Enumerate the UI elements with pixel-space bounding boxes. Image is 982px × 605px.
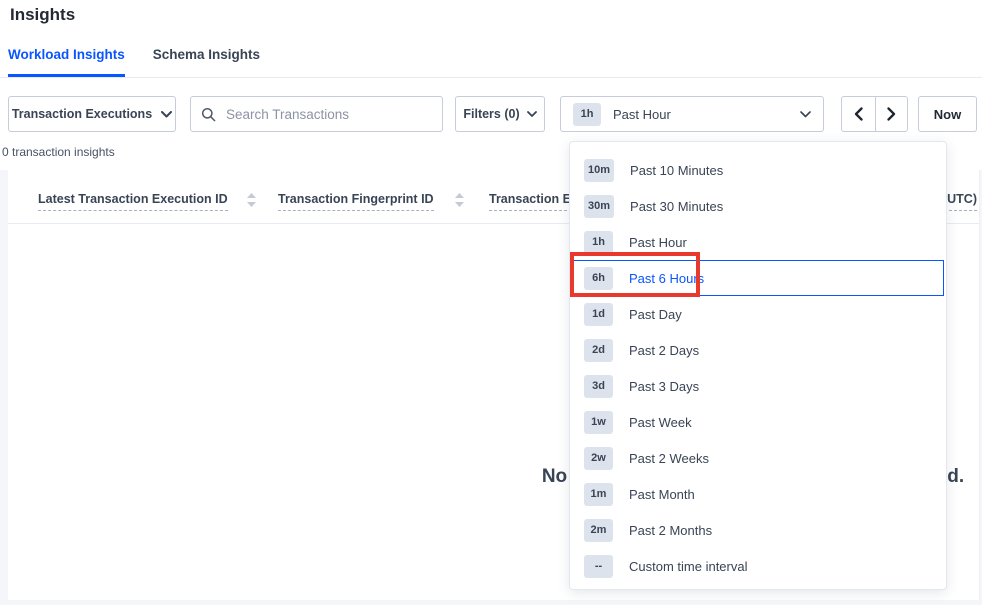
time-option-badge: 3d	[584, 375, 613, 398]
filters-button-label: Filters (0)	[463, 107, 519, 121]
time-option-label: Past 2 Weeks	[629, 451, 709, 466]
workload-type-select-label: Transaction Executions	[12, 107, 152, 121]
time-option-past-2-weeks[interactable]: 2w Past 2 Weeks	[572, 440, 944, 476]
time-interval-badge: 1h	[573, 103, 601, 126]
time-interval-label: Past Hour	[613, 107, 671, 122]
chevron-down-icon	[161, 111, 172, 118]
time-option-badge: 1h	[584, 231, 613, 254]
time-option-past-3-days[interactable]: 3d Past 3 Days	[572, 368, 944, 404]
column-header-latest-transaction-execution-id[interactable]: Latest Transaction Execution ID	[38, 192, 228, 211]
column-header-transaction-fingerprint-id[interactable]: Transaction Fingerprint ID	[278, 192, 434, 211]
time-option-label: Past 2 Days	[629, 343, 699, 358]
tab-workload-insights[interactable]: Workload Insights	[8, 47, 125, 77]
time-option-label: Past 6 Hours	[629, 271, 704, 286]
time-option-past-6-hours[interactable]: 6h Past 6 Hours	[572, 260, 944, 296]
time-option-past-2-days[interactable]: 2d Past 2 Days	[572, 332, 944, 368]
sort-icon[interactable]	[455, 193, 464, 207]
time-option-badge: 1w	[584, 411, 613, 434]
tab-schema-insights[interactable]: Schema Insights	[153, 47, 260, 77]
page-title: Insights	[10, 5, 75, 25]
time-option-badge: 2d	[584, 339, 613, 362]
search-input[interactable]	[224, 106, 432, 123]
time-interval-select[interactable]: 1h Past Hour	[560, 96, 824, 132]
time-option-badge: --	[584, 555, 613, 578]
time-pager	[841, 96, 908, 132]
time-option-past-10-minutes[interactable]: 10m Past 10 Minutes	[572, 152, 944, 188]
filters-button[interactable]: Filters (0)	[455, 96, 545, 132]
time-option-label: Past 2 Months	[629, 523, 712, 538]
time-option-label: Custom time interval	[629, 559, 747, 574]
tab-bar: Workload Insights Schema Insights	[8, 47, 288, 77]
time-option-badge: 1d	[584, 303, 613, 326]
time-option-past-hour[interactable]: 1h Past Hour	[572, 224, 944, 260]
search-box[interactable]	[190, 96, 443, 132]
next-interval-button[interactable]	[875, 97, 908, 131]
search-icon	[201, 107, 216, 122]
chevron-left-icon	[854, 107, 863, 121]
insights-count: 0 transaction insights	[2, 145, 115, 159]
now-button[interactable]: Now	[918, 96, 977, 132]
time-option-label: Past Day	[629, 307, 682, 322]
previous-interval-button[interactable]	[842, 97, 875, 131]
time-option-label: Past Month	[629, 487, 695, 502]
time-interval-dropdown: 10m Past 10 Minutes 30m Past 30 Minutes …	[569, 141, 947, 590]
time-option-past-30-minutes[interactable]: 30m Past 30 Minutes	[572, 188, 944, 224]
time-option-label: Past 10 Minutes	[630, 163, 723, 178]
time-option-label: Past 3 Days	[629, 379, 699, 394]
time-option-badge: 2m	[584, 519, 613, 542]
time-option-past-2-months[interactable]: 2m Past 2 Months	[572, 512, 944, 548]
chevron-right-icon	[887, 107, 896, 121]
time-option-label: Past Week	[629, 415, 692, 430]
time-option-badge: 2w	[584, 447, 613, 470]
now-button-label: Now	[934, 107, 961, 122]
insights-page: Insights Workload Insights Schema Insigh…	[0, 0, 982, 605]
time-option-past-week[interactable]: 1w Past Week	[572, 404, 944, 440]
tab-divider	[0, 77, 982, 78]
time-option-label: Past 30 Minutes	[630, 199, 723, 214]
time-option-past-day[interactable]: 1d Past Day	[572, 296, 944, 332]
time-option-badge: 30m	[584, 195, 614, 218]
chevron-down-icon	[800, 111, 811, 118]
time-option-badge: 10m	[584, 159, 614, 182]
time-option-badge: 1m	[584, 483, 613, 506]
time-option-custom-interval[interactable]: -- Custom time interval	[572, 548, 944, 584]
time-option-badge: 6h	[584, 267, 613, 290]
time-option-label: Past Hour	[629, 235, 687, 250]
chevron-down-icon	[527, 111, 537, 117]
workload-type-select[interactable]: Transaction Executions	[8, 96, 176, 132]
time-option-past-month[interactable]: 1m Past Month	[572, 476, 944, 512]
sort-icon[interactable]	[247, 193, 256, 207]
